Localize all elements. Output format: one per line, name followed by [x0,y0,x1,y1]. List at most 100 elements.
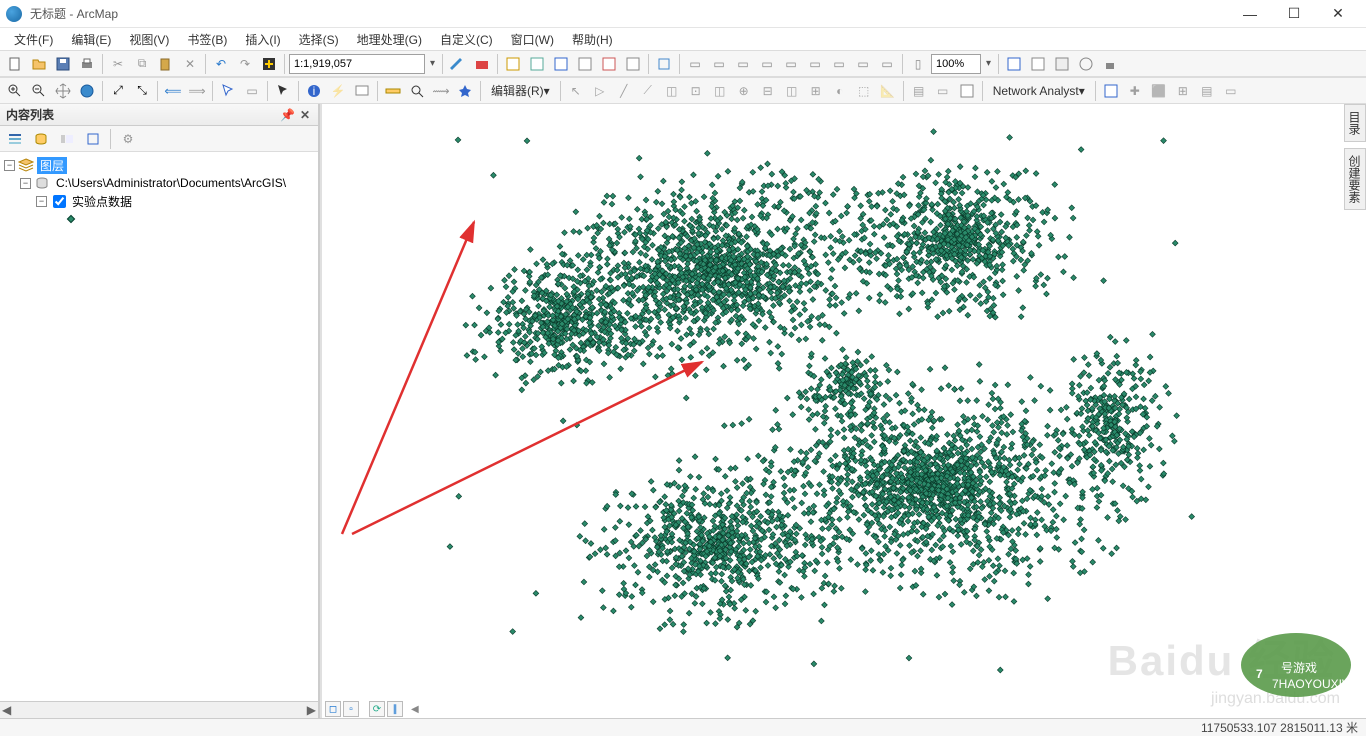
catalog-button[interactable] [502,53,524,75]
refresh-view-button[interactable]: ⟳ [369,701,385,717]
paste-button[interactable] [155,53,177,75]
edit-tool-9[interactable]: ⊟ [757,80,779,102]
refresh-button[interactable] [1051,53,1073,75]
catalog-tab[interactable]: 目录 [1344,104,1366,142]
menu-insert[interactable]: 插入(I) [237,29,288,50]
cut-button[interactable]: ✂ [107,53,129,75]
list-by-source[interactable] [30,128,52,150]
geo-ref-6[interactable]: ▭ [804,53,826,75]
geo-ref-7[interactable]: ▭ [828,53,850,75]
menu-select[interactable]: 选择(S) [291,29,347,50]
pause-view-button[interactable]: ∥ [387,701,403,717]
next-extent-button[interactable]: ⟹ [186,80,208,102]
layout-view-button[interactable] [1027,53,1049,75]
tree-layer-label[interactable]: 实验点数据 [69,193,135,210]
list-by-drawing-order[interactable] [4,128,26,150]
edit-tool-2[interactable]: ▷ [589,80,611,102]
minimize-button[interactable]: — [1228,1,1272,27]
close-button[interactable]: ✕ [1316,1,1360,27]
tree-root-layers[interactable]: − 图层 [0,156,318,174]
na-window-button[interactable] [1100,80,1122,102]
editor-menu[interactable]: 编辑器(R) ▾ [485,80,556,102]
full-extent-button[interactable] [76,80,98,102]
menu-help[interactable]: 帮助(H) [564,29,621,50]
tree-layer-symbol[interactable] [0,210,318,228]
geo-ref-5[interactable]: ▭ [780,53,802,75]
menu-bookmark[interactable]: 书签(B) [179,29,235,50]
add-data-button[interactable] [258,53,280,75]
select-features-button[interactable] [217,80,239,102]
menu-customize[interactable]: 自定义(C) [432,29,501,50]
edit-tool-14[interactable]: 📐 [877,80,899,102]
open-button[interactable] [28,53,50,75]
geo-ref-1[interactable]: ▭ [684,53,706,75]
toc-options-button[interactable]: ⚙ [117,128,139,150]
na-tool-3[interactable]: ⊞ [1172,80,1194,102]
tree-layer-item[interactable]: − 实验点数据 [0,192,318,210]
na-tool-1[interactable]: ✚ [1124,80,1146,102]
prev-extent-button[interactable]: ⟸ [162,80,184,102]
go-to-xy-button[interactable] [454,80,476,102]
edit-tool-11[interactable]: ⊞ [805,80,827,102]
edit-tool-1[interactable]: ↖ [565,80,587,102]
geo-ref-3[interactable]: ▭ [732,53,754,75]
geo-ref-4[interactable]: ▭ [756,53,778,75]
html-popup-button[interactable] [351,80,373,102]
menu-geoprocess[interactable]: 地理处理(G) [349,29,430,50]
create-features-button[interactable] [956,80,978,102]
layout-a[interactable]: ▯ [907,53,929,75]
pan-button[interactable] [52,80,74,102]
layout-utils-button[interactable] [653,53,675,75]
print-button[interactable] [76,53,98,75]
zoom-in-button[interactable] [4,80,26,102]
find-route-button[interactable]: ⟿ [430,80,452,102]
find-button[interactable] [406,80,428,102]
geo-ref-2[interactable]: ▭ [708,53,730,75]
fixed-zoom-out[interactable]: ⤡ [131,80,153,102]
clear-selection-button[interactable]: ▭ [241,80,263,102]
edit-tool-12[interactable]: ◐ [829,80,851,102]
tree-datasource-label[interactable]: C:\Users\Administrator\Documents\ArcGIS\ [53,176,289,190]
edit-tool-5[interactable]: ◫ [661,80,683,102]
pause-drawing-button[interactable] [1075,53,1097,75]
delete-button[interactable]: ✕ [179,53,201,75]
layout-view-tab[interactable]: ▫ [343,701,359,717]
menu-window[interactable]: 窗口(W) [503,29,562,50]
tree-datasource[interactable]: − C:\Users\Administrator\Documents\ArcGI… [0,174,318,192]
edit-tool-3[interactable]: ╱ [613,80,635,102]
tree-root-label[interactable]: 图层 [37,157,67,174]
model-builder-button[interactable] [598,53,620,75]
na-tool-5[interactable]: ▭ [1220,80,1242,102]
menu-edit[interactable]: 编辑(E) [63,29,119,50]
edit-tool-10[interactable]: ◫ [781,80,803,102]
zoom-out-button[interactable] [28,80,50,102]
network-analyst-menu[interactable]: Network Analyst ▾ [987,80,1091,102]
sketch-props-button[interactable]: ▭ [932,80,954,102]
toc-hscroll[interactable]: ◀▶ [0,701,318,718]
map-view[interactable]: ◻ ▫ ⟳ ∥ ◀ Baidu 经验 jingyan.baidu.com 7 号… [320,104,1366,718]
layer-visibility-checkbox[interactable] [53,195,66,208]
copy-button[interactable]: ⧉ [131,53,153,75]
edit-tool-8[interactable]: ⊕ [733,80,755,102]
collapse-icon[interactable]: − [36,196,47,207]
lock-button[interactable] [1099,53,1121,75]
collapse-icon[interactable]: − [4,160,15,171]
pin-icon[interactable]: 📌 [280,108,294,122]
results-button[interactable] [622,53,644,75]
arc-toolbox-button[interactable] [550,53,572,75]
edit-tool-7[interactable]: ◫ [709,80,731,102]
menu-file[interactable]: 文件(F) [6,29,61,50]
edit-tool-4[interactable]: ⟋ [637,80,659,102]
attribute-button[interactable]: ▤ [908,80,930,102]
save-button[interactable] [52,53,74,75]
na-tool-4[interactable]: ▤ [1196,80,1218,102]
maximize-button[interactable]: ☐ [1272,1,1316,27]
map-scale-input[interactable] [289,54,425,74]
geo-ref-9[interactable]: ▭ [876,53,898,75]
editor-toolbar-button[interactable] [447,53,469,75]
identify-button[interactable]: i [303,80,325,102]
geo-ref-8[interactable]: ▭ [852,53,874,75]
zoom-input[interactable] [931,54,981,74]
select-elements-button[interactable] [272,80,294,102]
create-features-tab[interactable]: 创建要素 [1344,148,1366,210]
